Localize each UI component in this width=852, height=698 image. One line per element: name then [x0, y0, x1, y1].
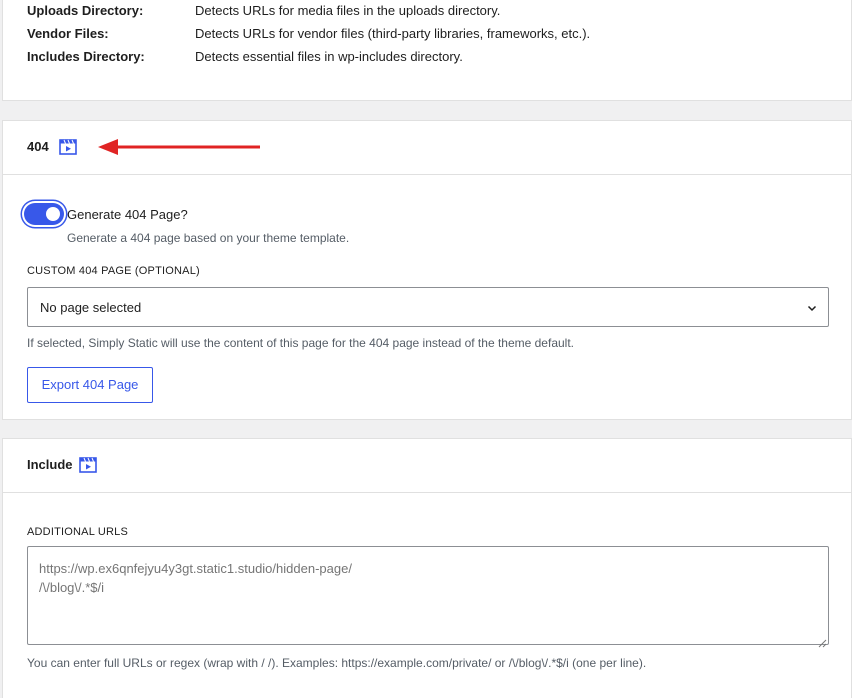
custom-404-page-help: If selected, Simply Static will use the … [27, 336, 574, 350]
generate-404-help: Generate a 404 page based on your theme … [67, 231, 350, 245]
uploads-directory-label: Uploads Directory: [27, 3, 144, 18]
section-include-title: Include [27, 457, 73, 472]
custom-404-page-label: CUSTOM 404 PAGE (OPTIONAL) [27, 265, 200, 277]
chevron-down-icon [804, 300, 820, 316]
generate-404-label[interactable]: Generate 404 Page? [67, 207, 188, 223]
uploads-directory-description: Detects URLs for media files in the uplo… [195, 3, 501, 18]
annotation-arrow-icon [98, 139, 260, 155]
additional-url-line: https://wp.ex6qnfejyu4y3gt.static1.studi… [39, 561, 352, 576]
section-404-title: 404 [27, 139, 49, 154]
section-include-card: Include ADDITIONAL URLS https://wp.ex6qn… [2, 438, 852, 698]
custom-404-page-selected: No page selected [40, 300, 142, 315]
additional-urls-help: You can enter full URLs or regex (wrap w… [27, 656, 647, 670]
additional-urls-textarea[interactable]: https://wp.ex6qnfejyu4y3gt.static1.studi… [27, 546, 829, 648]
additional-urls-label: ADDITIONAL URLS [27, 526, 129, 538]
video-icon[interactable] [59, 139, 77, 155]
includes-directory-description: Detects essential files in wp-includes d… [195, 49, 463, 64]
custom-404-page-select[interactable]: No page selected [27, 287, 829, 327]
vendor-files-label: Vendor Files: [27, 26, 109, 41]
section-404-card: 404 Generate 404 Page? Generate a 404 pa… [2, 120, 852, 420]
section-include-header: Include [3, 439, 851, 493]
vendor-files-description: Detects URLs for vendor files (third-par… [195, 26, 591, 41]
additional-url-line: /\/blog\/.*$/i [39, 580, 105, 595]
file-detection-card: Uploads Directory: Detects URLs for medi… [2, 0, 852, 101]
includes-directory-label: Includes Directory: [27, 49, 145, 64]
generate-404-toggle[interactable] [24, 203, 64, 225]
resize-handle-icon[interactable] [818, 634, 827, 648]
export-404-page-button[interactable]: Export 404 Page [27, 367, 153, 403]
video-icon[interactable] [79, 457, 97, 473]
toggle-knob [46, 207, 60, 221]
